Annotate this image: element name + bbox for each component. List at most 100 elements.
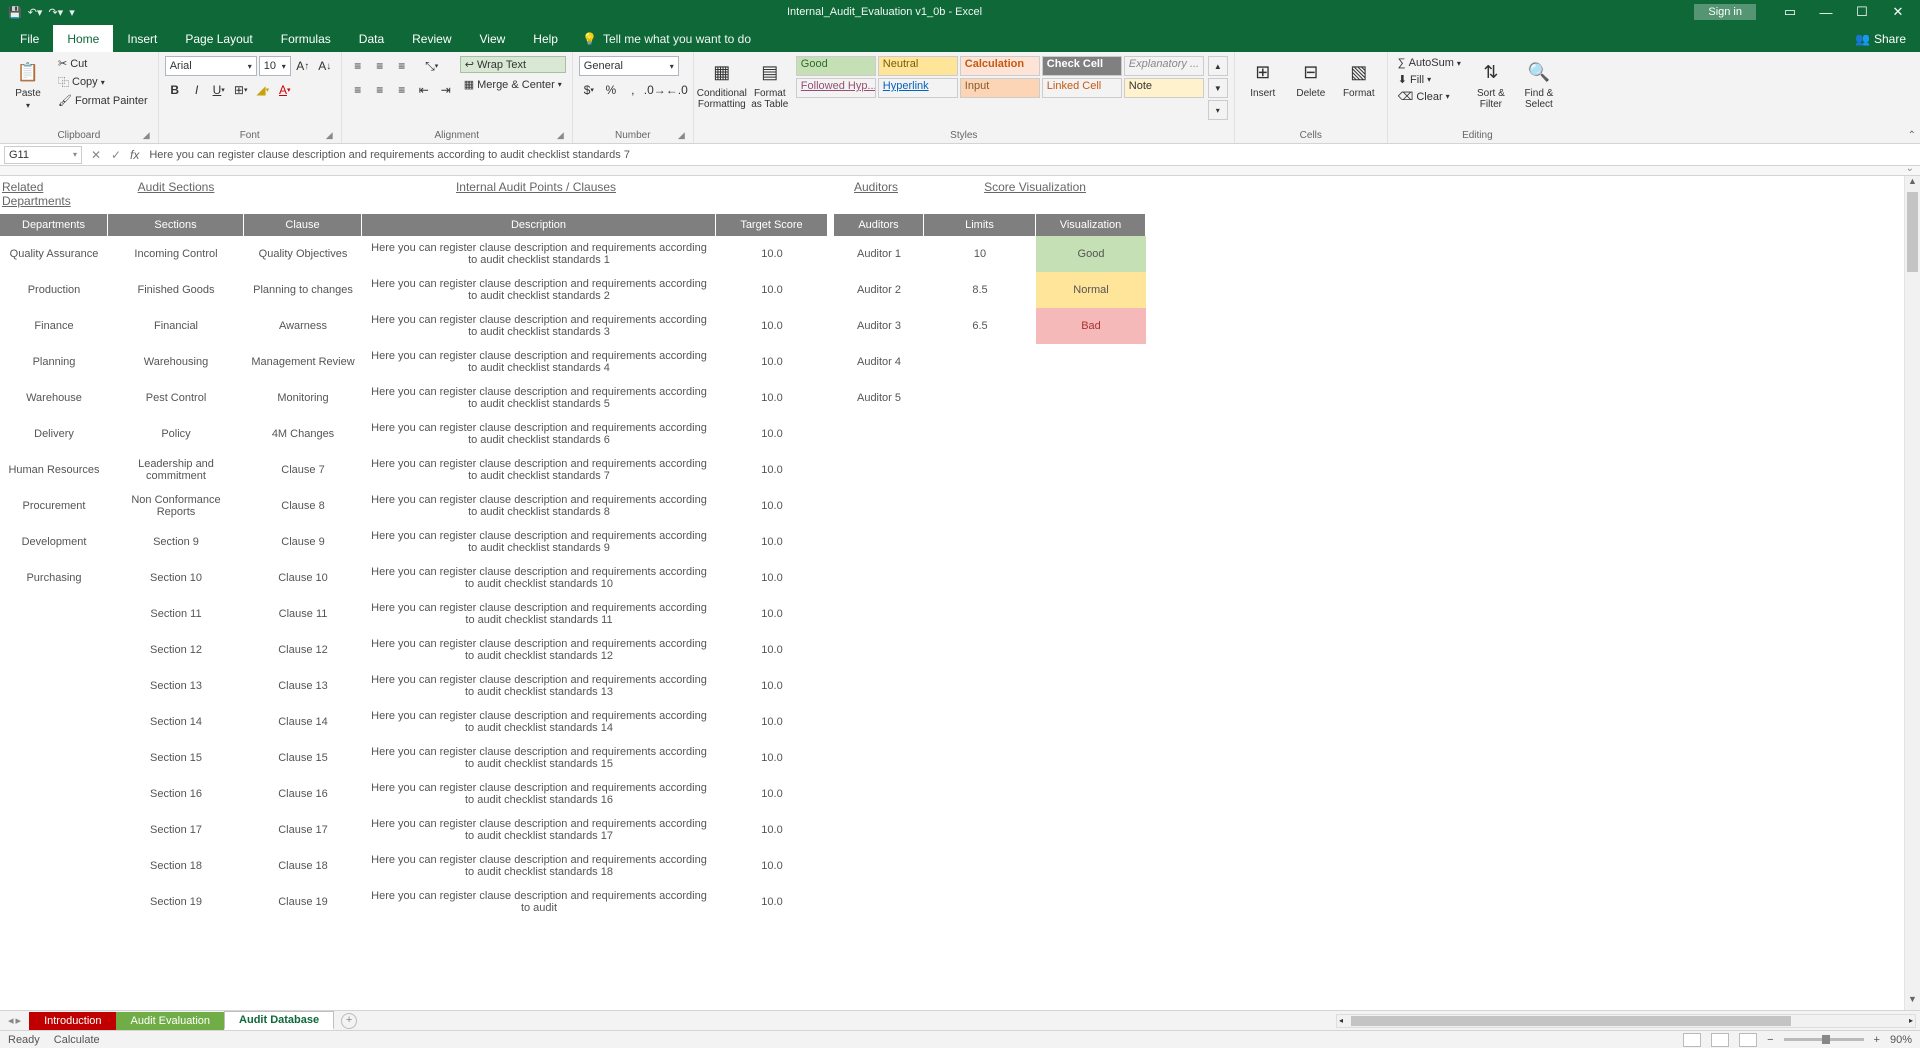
cell-visualization[interactable] (1036, 596, 1146, 632)
cell-clause[interactable]: Clause 19 (244, 884, 362, 920)
cell-auditor[interactable] (834, 740, 924, 776)
copy-button[interactable]: ⿻Copy▾ (54, 73, 152, 91)
style-note[interactable]: Note (1124, 78, 1204, 98)
cell-department[interactable]: Procurement (0, 488, 108, 524)
cell-section[interactable]: Section 19 (108, 884, 244, 920)
cell-clause[interactable]: Clause 13 (244, 668, 362, 704)
cell-section[interactable]: Non Conformance Reports (108, 488, 244, 524)
cell-description[interactable]: Here you can register clause description… (362, 776, 716, 812)
styles-more-icon[interactable]: ▾ (1208, 100, 1228, 120)
cell-description[interactable]: Here you can register clause description… (362, 848, 716, 884)
cell-clause[interactable]: Clause 17 (244, 812, 362, 848)
sheet-tab-audit-database[interactable]: Audit Database (224, 1011, 334, 1030)
cell-clause[interactable]: 4M Changes (244, 416, 362, 452)
cell-limit[interactable] (924, 524, 1036, 560)
tell-me[interactable]: 💡Tell me what you want to do (572, 26, 761, 52)
style-linked-cell[interactable]: Linked Cell (1042, 78, 1122, 98)
cell-target[interactable]: 10.0 (716, 236, 828, 272)
style-neutral[interactable]: Neutral (878, 56, 958, 76)
style-good[interactable]: Good (796, 56, 876, 76)
cell-description[interactable]: Here you can register clause description… (362, 596, 716, 632)
table-row[interactable]: Section 13Clause 13Here you can register… (0, 668, 1920, 704)
cell-department[interactable]: Purchasing (0, 560, 108, 596)
cell-clause[interactable]: Clause 10 (244, 560, 362, 596)
cell-visualization[interactable] (1036, 452, 1146, 488)
table-row[interactable]: PurchasingSection 10Clause 10Here you ca… (0, 560, 1920, 596)
increase-decimal-icon[interactable]: .0→ (645, 80, 665, 100)
cell-auditor[interactable] (834, 452, 924, 488)
cell-visualization[interactable] (1036, 344, 1146, 380)
cell-limit[interactable] (924, 884, 1036, 920)
cell-limit[interactable] (924, 632, 1036, 668)
link-sections[interactable]: Audit Sections (108, 180, 244, 208)
cell-visualization[interactable] (1036, 812, 1146, 848)
bold-button[interactable]: B (165, 80, 185, 100)
cell-section[interactable]: Section 13 (108, 668, 244, 704)
insert-cells-button[interactable]: ⊞Insert (1241, 56, 1285, 99)
maximize-icon[interactable]: ☐ (1848, 4, 1876, 20)
cell-target[interactable]: 10.0 (716, 488, 828, 524)
cell-limit[interactable] (924, 416, 1036, 452)
table-row[interactable]: Section 15Clause 15Here you can register… (0, 740, 1920, 776)
cell-auditor[interactable] (834, 884, 924, 920)
cell-description[interactable]: Here you can register clause description… (362, 524, 716, 560)
cell-description[interactable]: Here you can register clause description… (362, 488, 716, 524)
table-row[interactable]: WarehousePest ControlMonitoringHere you … (0, 380, 1920, 416)
italic-button[interactable]: I (187, 80, 207, 100)
cell-target[interactable]: 10.0 (716, 380, 828, 416)
cell-section[interactable]: Section 17 (108, 812, 244, 848)
cell-description[interactable]: Here you can register clause description… (362, 344, 716, 380)
number-format-combo[interactable]: General▾ (579, 56, 679, 76)
fill-button[interactable]: ⬇Fill▾ (1394, 72, 1465, 87)
cell-section[interactable]: Leadership and commitment (108, 452, 244, 488)
cell-section[interactable]: Section 11 (108, 596, 244, 632)
cell-section[interactable]: Financial (108, 308, 244, 344)
hscroll-left-icon[interactable]: ◂ (1339, 1016, 1343, 1025)
sheet-tab-introduction[interactable]: Introduction (29, 1012, 116, 1030)
cell-clause[interactable]: Clause 12 (244, 632, 362, 668)
percent-icon[interactable]: % (601, 80, 621, 100)
cell-department[interactable]: Quality Assurance (0, 236, 108, 272)
hscroll-right-icon[interactable]: ▸ (1909, 1016, 1913, 1025)
cell-limit[interactable] (924, 560, 1036, 596)
cell-description[interactable]: Here you can register clause description… (362, 416, 716, 452)
table-row[interactable]: Section 12Clause 12Here you can register… (0, 632, 1920, 668)
cell-visualization[interactable] (1036, 560, 1146, 596)
cell-department[interactable] (0, 668, 108, 704)
cell-visualization[interactable]: Normal (1036, 272, 1146, 308)
increase-font-icon[interactable]: A↑ (293, 56, 313, 76)
cell-description[interactable]: Here you can register clause description… (362, 308, 716, 344)
cell-clause[interactable]: Clause 7 (244, 452, 362, 488)
view-normal-icon[interactable] (1683, 1033, 1701, 1047)
merge-center-button[interactable]: ▦Merge & Center▾ (460, 77, 566, 92)
increase-indent-icon[interactable]: ⇥ (436, 80, 456, 100)
cell-clause[interactable]: Awarness (244, 308, 362, 344)
cell-department[interactable]: Production (0, 272, 108, 308)
cell-section[interactable]: Section 15 (108, 740, 244, 776)
tab-data[interactable]: Data (345, 25, 398, 52)
cell-limit[interactable] (924, 488, 1036, 524)
cell-visualization[interactable] (1036, 416, 1146, 452)
cell-auditor[interactable] (834, 416, 924, 452)
cell-description[interactable]: Here you can register clause description… (362, 632, 716, 668)
tab-page-layout[interactable]: Page Layout (171, 25, 266, 52)
fx-icon[interactable]: fx (130, 148, 139, 162)
cell-description[interactable]: Here you can register clause description… (362, 380, 716, 416)
table-row[interactable]: Section 11Clause 11Here you can register… (0, 596, 1920, 632)
cell-auditor[interactable] (834, 668, 924, 704)
autosum-button[interactable]: ∑AutoSum▾ (1394, 56, 1465, 70)
align-top-icon[interactable]: ≡ (348, 56, 368, 76)
cell-visualization[interactable] (1036, 884, 1146, 920)
scroll-thumb[interactable] (1907, 192, 1918, 272)
sheet-nav-first-icon[interactable]: ◂ (8, 1014, 14, 1027)
style-explanatory[interactable]: Explanatory ... (1124, 56, 1204, 76)
share-button[interactable]: 👥Share (1841, 26, 1920, 52)
cell-target[interactable]: 10.0 (716, 632, 828, 668)
cell-department[interactable] (0, 812, 108, 848)
cell-target[interactable]: 10.0 (716, 704, 828, 740)
cell-department[interactable] (0, 884, 108, 920)
sheet-nav-last-icon[interactable]: ▸ (16, 1014, 22, 1027)
cell-target[interactable]: 10.0 (716, 776, 828, 812)
decrease-font-icon[interactable]: A↓ (315, 56, 335, 76)
horizontal-scrollbar[interactable]: ◂ ▸ (1336, 1014, 1916, 1028)
